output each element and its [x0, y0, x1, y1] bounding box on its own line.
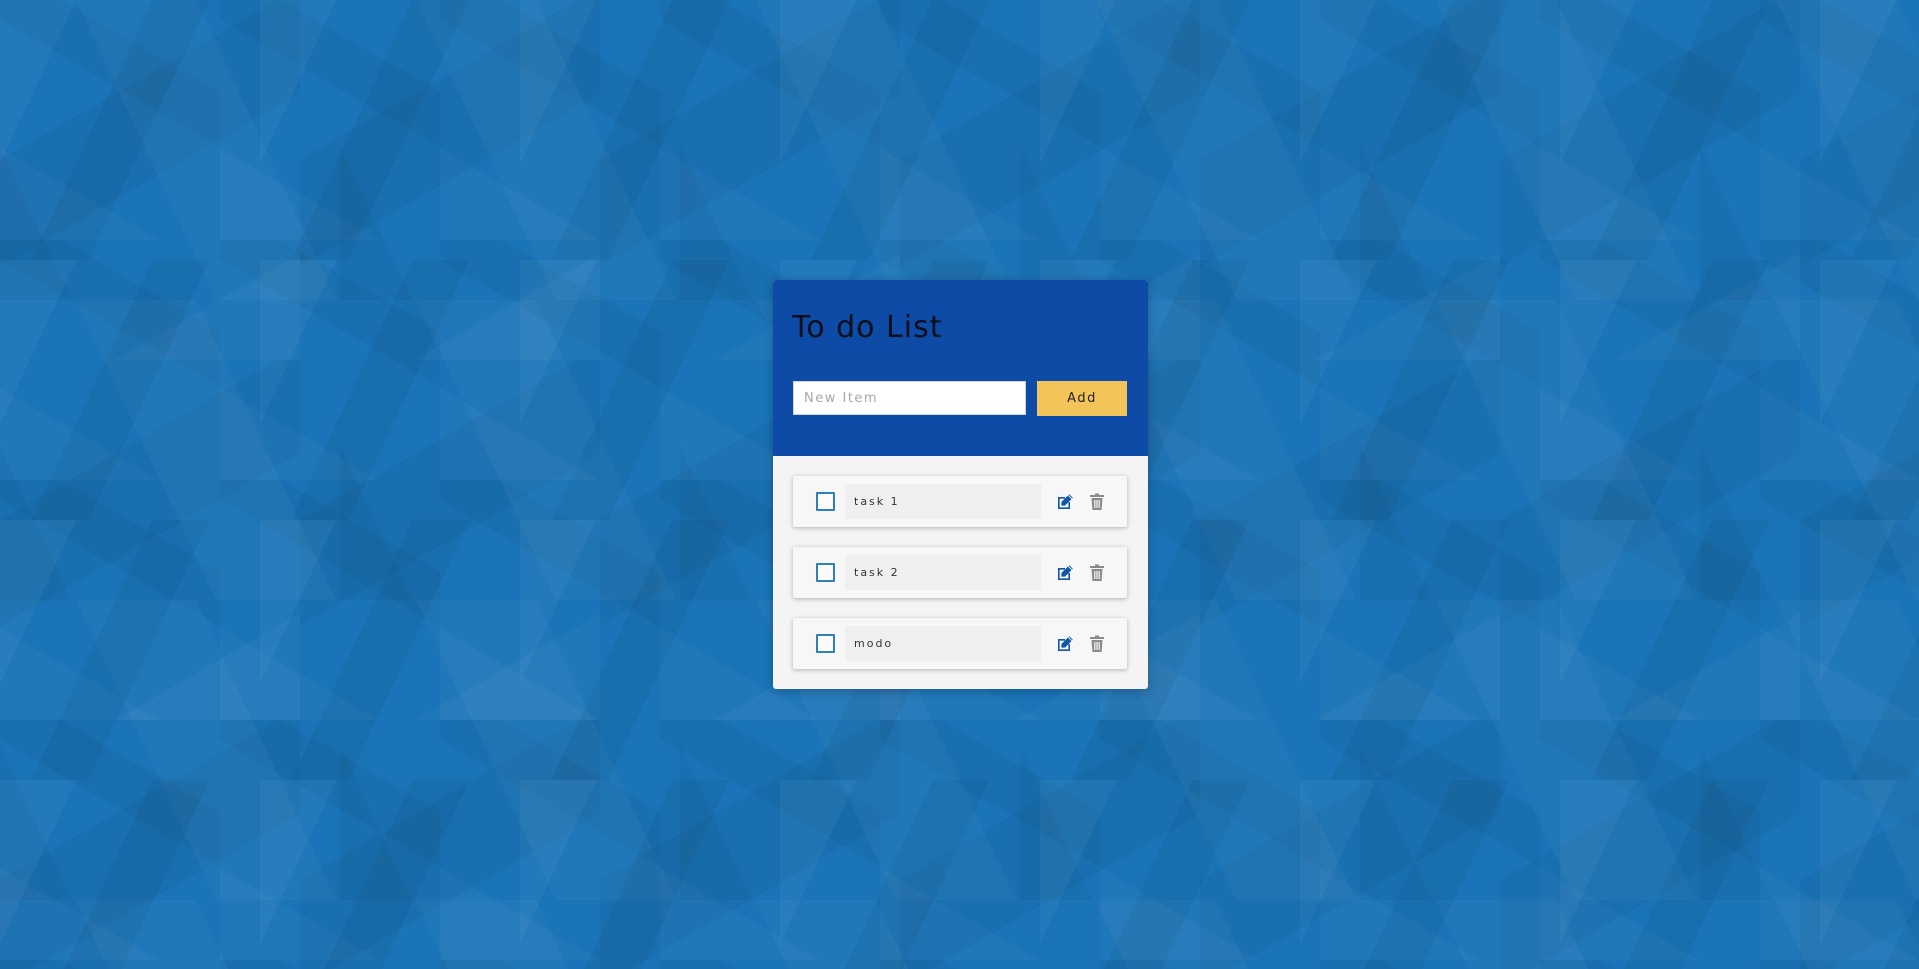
- todo-card: To do List Add task 1 task 2: [773, 280, 1148, 689]
- trash-icon[interactable]: [1089, 564, 1105, 582]
- trash-icon[interactable]: [1089, 635, 1105, 653]
- task-text: task 1: [845, 484, 1041, 519]
- trash-icon[interactable]: [1089, 493, 1105, 511]
- task-checkbox[interactable]: [816, 563, 835, 582]
- task-item: task 1: [793, 476, 1127, 527]
- new-item-input[interactable]: [793, 381, 1026, 415]
- task-text: modo: [845, 626, 1041, 661]
- card-header: To do List Add: [773, 280, 1148, 456]
- task-checkbox[interactable]: [816, 634, 835, 653]
- task-list: task 1 task 2 modo: [793, 476, 1127, 689]
- add-button[interactable]: Add: [1037, 381, 1127, 416]
- edit-icon[interactable]: [1056, 564, 1074, 582]
- edit-icon[interactable]: [1056, 635, 1074, 653]
- task-item: task 2: [793, 547, 1127, 598]
- task-text: task 2: [845, 555, 1041, 590]
- task-item: modo: [793, 618, 1127, 669]
- task-checkbox[interactable]: [816, 492, 835, 511]
- page-title: To do List: [792, 310, 943, 345]
- edit-icon[interactable]: [1056, 493, 1074, 511]
